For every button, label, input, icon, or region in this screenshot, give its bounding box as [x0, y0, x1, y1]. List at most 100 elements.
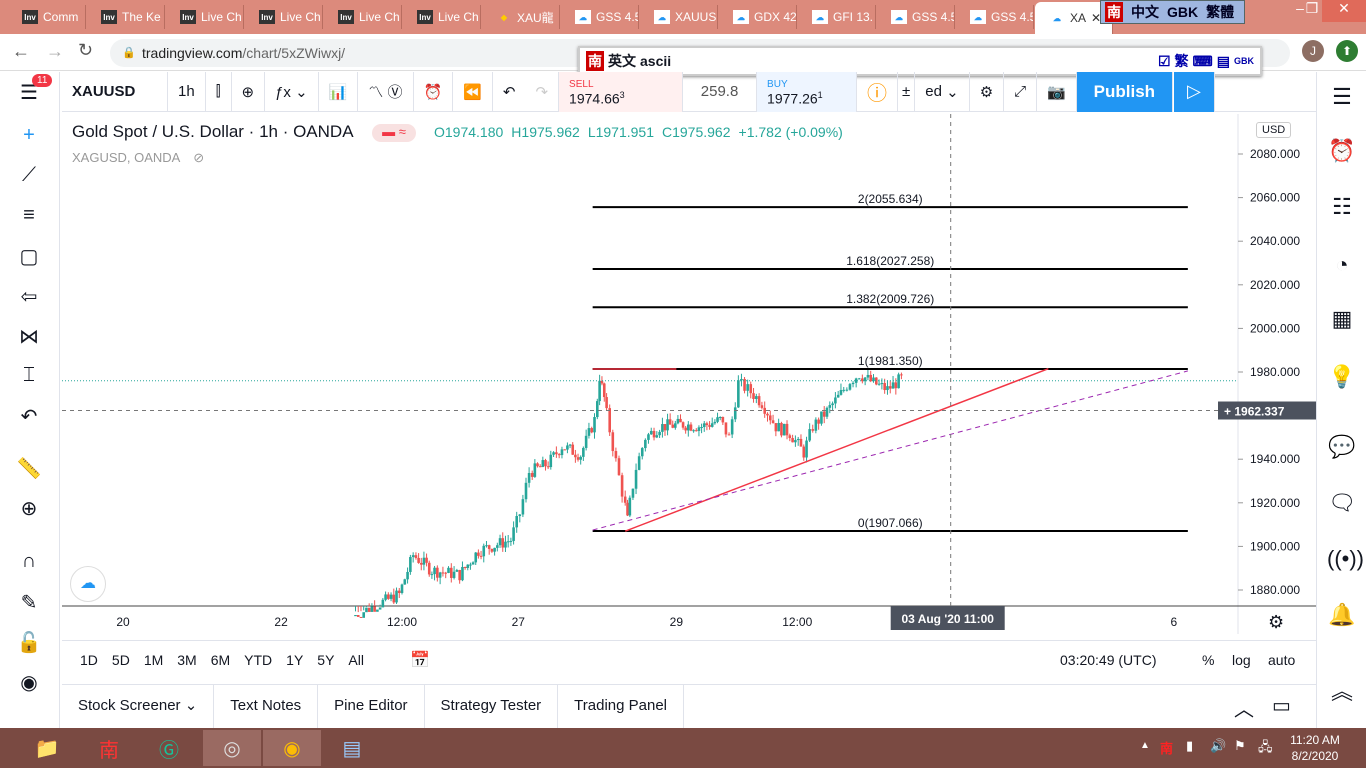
templates-icon[interactable]: 📊	[319, 71, 359, 112]
forward-icon[interactable]: →	[46, 41, 64, 62]
ime-ascii[interactable]: ascii	[640, 53, 671, 69]
range-5y[interactable]: 5Y	[317, 652, 334, 668]
browser-tab[interactable]: ◆ XAU龍	[482, 5, 560, 29]
extension-icon[interactable]: ⬆	[1336, 40, 1358, 62]
clock-date[interactable]: 8/2/2020	[1290, 749, 1340, 763]
messages-icon[interactable]: 🗨	[1327, 490, 1357, 520]
trend-line-icon[interactable]: ⟋	[12, 164, 46, 194]
hidden-eye-icon[interactable]: ⊘	[193, 150, 204, 165]
data-window-icon[interactable]: ☷	[1327, 194, 1357, 224]
tab-strategy-tester[interactable]: Strategy Tester	[425, 685, 559, 729]
fib-retracement-icon[interactable]: ≡	[12, 204, 46, 234]
watchlist-icon[interactable]: ☰	[1327, 84, 1357, 114]
file-explorer-icon[interactable]: 📁	[18, 730, 76, 766]
browser-tab[interactable]: Inv Live Ch	[166, 5, 244, 29]
buy-button[interactable]: BUY 1977.261	[757, 71, 858, 112]
avatar[interactable]: J	[1302, 40, 1324, 62]
zoom-in-icon[interactable]: ⊕	[12, 496, 46, 526]
browser-tab[interactable]: ☁ GDX 42	[719, 5, 797, 29]
auto-toggle[interactable]: auto	[1268, 652, 1295, 668]
range-3m[interactable]: 3M	[177, 652, 196, 668]
range-1y[interactable]: 1Y	[286, 652, 303, 668]
alert-icon[interactable]: ⏰	[414, 71, 454, 112]
tray-expand-icon[interactable]: ▲	[1140, 740, 1150, 751]
fullscreen-icon[interactable]: ⤢	[1004, 71, 1038, 112]
visibility-eye-icon[interactable]: ◉	[12, 670, 46, 700]
legend-toggle[interactable]: ▬ ≈	[372, 124, 416, 142]
ime-status-bar[interactable]: 南 中文 GBK 繁體	[1100, 0, 1245, 24]
alarm-clock-icon[interactable]: ⏰	[1327, 138, 1357, 168]
range-all[interactable]: All	[348, 652, 364, 668]
ime-encoding[interactable]: GBK	[1167, 4, 1198, 20]
browser-tab[interactable]: Inv Live Ch	[245, 5, 323, 29]
tray-ime-icon[interactable]: 南	[1160, 738, 1173, 757]
browser-tab[interactable]: ☁ GFI 13.	[798, 5, 876, 29]
volume-icon[interactable]: 🔊	[1210, 738, 1226, 754]
reload-icon[interactable]: ↻	[78, 40, 93, 61]
percent-toggle[interactable]: %	[1202, 652, 1214, 668]
ime-trad[interactable]: 繁體	[1206, 2, 1234, 22]
quantity-stepper[interactable]: ±	[898, 71, 916, 112]
browser-tab[interactable]: Inv Live Ch	[403, 5, 481, 29]
action-center-flag-icon[interactable]: ⚑	[1234, 738, 1246, 754]
layout-menu[interactable]: ed ⌄	[915, 71, 970, 112]
tab-text-notes[interactable]: Text Notes	[214, 685, 319, 729]
range-ytd[interactable]: YTD	[244, 652, 272, 668]
range-5d[interactable]: 5D	[112, 652, 130, 668]
range-6m[interactable]: 6M	[211, 652, 230, 668]
ime-gbk-button[interactable]: GBK	[1234, 56, 1254, 66]
utc-clock[interactable]: 03:20:49 (UTC)	[1060, 652, 1156, 668]
ime-app-icon[interactable]: 南	[80, 730, 138, 766]
maximize-panel-icon[interactable]: ▭	[1272, 693, 1291, 718]
ime-keyboard-icon[interactable]: ⌨	[1193, 53, 1213, 70]
publish-button[interactable]: Publish	[1076, 71, 1173, 112]
compare-add-icon[interactable]: ⊕	[232, 71, 266, 112]
browser-tab[interactable]: Inv Live Ch	[324, 5, 402, 29]
tab-pine-editor[interactable]: Pine Editor	[318, 685, 425, 729]
crosshair-icon[interactable]: +	[12, 124, 46, 154]
tab-stock-screener[interactable]: Stock Screener ⌄	[62, 685, 215, 729]
sell-button[interactable]: SELL 1974.663	[559, 71, 684, 112]
notifications-bell-icon[interactable]: 🔔	[1327, 602, 1357, 632]
network-icon[interactable]: 🖧	[1258, 738, 1273, 760]
clock-time[interactable]: 11:20 AM	[1290, 733, 1340, 747]
close-window-button[interactable]: ✕	[1322, 0, 1366, 22]
browser-tab[interactable]: Inv The Ke	[87, 5, 165, 29]
rectangle-icon[interactable]: ▢	[12, 244, 46, 274]
grammarly-icon[interactable]: Ⓖ	[140, 730, 198, 766]
magnet-icon[interactable]: ∩	[12, 550, 46, 580]
currency-label[interactable]: USD	[1256, 122, 1292, 138]
log-toggle[interactable]: log	[1232, 652, 1251, 668]
browser-tab[interactable]: ☁ GSS 4.5	[956, 5, 1034, 29]
ime-lang[interactable]: 中文	[1131, 2, 1159, 22]
chrome-icon[interactable]: ◎	[203, 730, 261, 766]
redo-icon[interactable]: ↷	[525, 71, 560, 112]
power-icon[interactable]: ▮	[1186, 738, 1193, 754]
ime-trad-button[interactable]: 繁	[1175, 51, 1189, 71]
compare-symbol[interactable]: XAGUSD, OANDA ⊘	[72, 150, 204, 166]
chrome-active-icon[interactable]: ◉	[263, 730, 321, 766]
browser-tab[interactable]: Inv Comm	[8, 5, 86, 29]
app-window-icon[interactable]: ▤	[323, 730, 381, 766]
browser-tab[interactable]: ☁ XAUUS	[640, 5, 718, 29]
pattern-icon[interactable]: ⋈	[12, 324, 46, 354]
symbol-search[interactable]: XAUUSD	[62, 71, 168, 112]
play-icon[interactable]: ▷	[1172, 71, 1215, 112]
ime-mode[interactable]: 英文	[608, 51, 636, 71]
chevrons-icon[interactable]: ︽	[1327, 674, 1357, 704]
tradingview-logo-icon[interactable]: ☁	[70, 566, 106, 602]
chat-icon[interactable]: 💬	[1327, 434, 1357, 464]
info-icon[interactable]: ⓘ	[857, 71, 899, 112]
ideas-lightbulb-icon[interactable]: 💡	[1327, 364, 1357, 394]
snapshot-camera-icon[interactable]: 📷	[1037, 71, 1077, 112]
candles-style-icon[interactable]: ⫿	[206, 71, 232, 112]
settings-gear-icon[interactable]: ⚙	[970, 71, 1005, 112]
browser-tab[interactable]: ☁ GSS 4.5	[877, 5, 955, 29]
browser-tab[interactable]: ☁ GSS 4.5	[561, 5, 639, 29]
lock-drawing-icon[interactable]: ✎	[12, 590, 46, 620]
financials-icon[interactable]: 〽 Ⓥ	[358, 71, 414, 112]
ruler-icon[interactable]: 📏	[12, 456, 46, 486]
range-1m[interactable]: 1M	[144, 652, 163, 668]
tab-trading-panel[interactable]: Trading Panel	[558, 685, 684, 729]
axis-settings-gear-icon[interactable]: ⚙	[1268, 612, 1284, 633]
